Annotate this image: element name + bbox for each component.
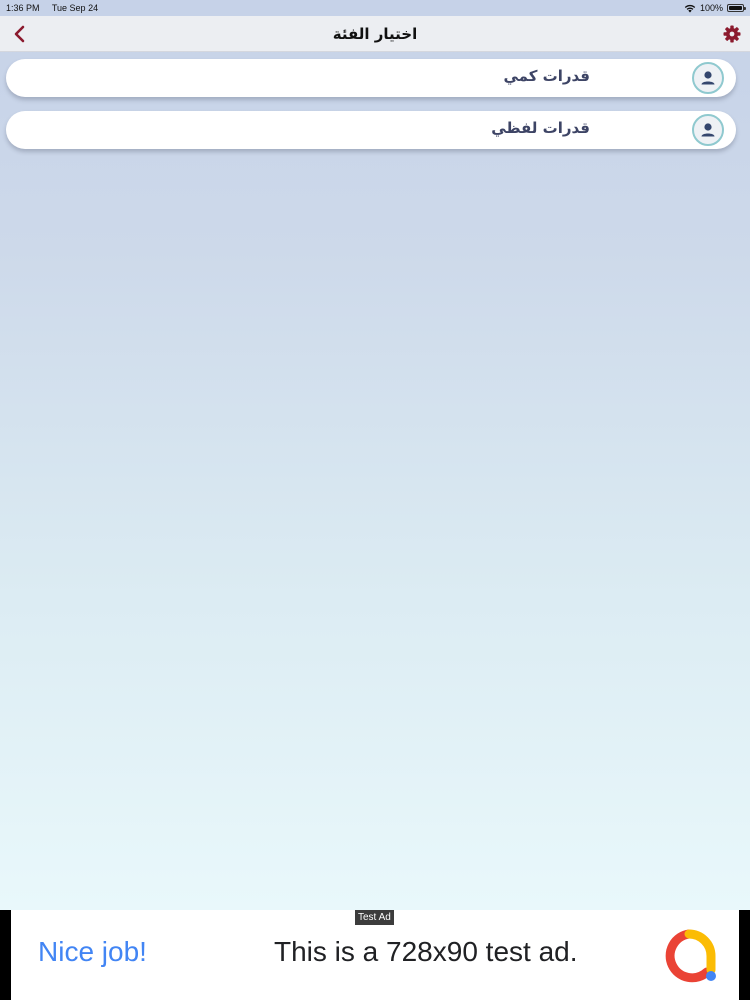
category-label: قدرات لفظي <box>491 119 590 137</box>
chevron-left-icon <box>14 25 25 43</box>
back-button[interactable] <box>10 24 30 44</box>
admob-logo-icon <box>665 929 716 983</box>
ad-headline[interactable]: Nice job! <box>38 936 147 968</box>
battery-icon <box>727 4 746 12</box>
nav-bar: اختيار الفئة <box>0 16 750 52</box>
status-bar: 1:36 PM Tue Sep 24 100% <box>0 0 750 16</box>
avatar <box>692 62 724 94</box>
ad-body[interactable]: This is a 728x90 test ad. <box>274 936 578 968</box>
wifi-icon <box>684 4 696 12</box>
avatar <box>692 114 724 146</box>
user-icon <box>701 71 715 85</box>
battery-percent: 100% <box>699 3 723 13</box>
status-right: 100% <box>684 3 746 13</box>
settings-button[interactable] <box>722 24 742 44</box>
test-ad-tag: Test Ad <box>355 910 394 925</box>
ad-banner[interactable]: Test Ad Nice job! This is a 728x90 test … <box>0 910 750 1000</box>
category-label: قدرات كمي <box>503 67 590 85</box>
gear-icon <box>723 25 741 43</box>
status-left: 1:36 PM Tue Sep 24 <box>6 3 108 13</box>
category-list: قدرات كمي قدرات لفظي <box>6 59 736 163</box>
category-item-quantitative[interactable]: قدرات كمي <box>6 59 736 97</box>
ad-content[interactable]: Test Ad Nice job! This is a 728x90 test … <box>11 910 739 1000</box>
page-title: اختيار الفئة <box>332 24 418 43</box>
category-item-verbal[interactable]: قدرات لفظي <box>6 111 736 149</box>
status-time: 1:36 PM <box>6 3 40 13</box>
user-icon <box>701 123 715 137</box>
status-date: Tue Sep 24 <box>51 3 99 13</box>
